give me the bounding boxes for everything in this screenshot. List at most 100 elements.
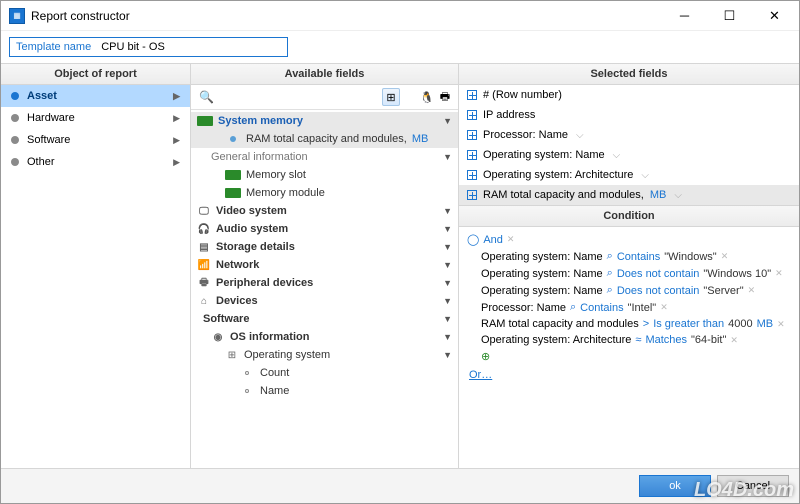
tree-os-count[interactable]: Count — [191, 364, 458, 382]
selected-field[interactable]: IP address — [459, 105, 799, 125]
selected-field[interactable]: # (Row number) — [459, 85, 799, 105]
selected-field[interactable]: Processor: Name⌵ — [459, 125, 799, 145]
tree-memory-slot[interactable]: Memory slot — [191, 166, 458, 184]
operator-link[interactable]: Contains — [580, 302, 623, 314]
minimize-button[interactable]: ─ — [662, 2, 707, 30]
condition-row[interactable]: Operating system: Architecture ≈ Matches… — [465, 332, 793, 348]
chevron-right-icon: ▶ — [173, 135, 180, 146]
app-icon: ▦ — [9, 8, 25, 24]
search-input[interactable] — [220, 89, 380, 105]
ok-button[interactable]: ok — [639, 475, 711, 497]
condition-add[interactable]: ⊕ — [465, 348, 793, 365]
expand-icon[interactable]: ▼ — [443, 260, 452, 270]
tree-storage[interactable]: ▤Storage details▼ — [191, 238, 458, 256]
condition-row[interactable]: Operating system: Name ⌕ Contains "Windo… — [465, 248, 793, 265]
delete-icon[interactable]: ✕ — [775, 268, 783, 279]
tree-system-memory[interactable]: System memory▼ — [191, 112, 458, 130]
delete-icon[interactable]: ✕ — [777, 319, 785, 330]
delete-icon[interactable]: ✕ — [748, 285, 756, 296]
condition-row[interactable]: Processor: Name ⌕ Contains "Intel" ✕ — [465, 299, 793, 316]
apple-icon[interactable] — [400, 88, 418, 106]
operator-link[interactable]: Is greater than — [653, 318, 724, 330]
headphones-icon: 🎧 — [197, 223, 211, 235]
cancel-button[interactable]: Cancel — [717, 475, 789, 497]
printer-icon[interactable]: 🖶 — [436, 88, 454, 106]
object-header: Object of report — [1, 64, 190, 85]
expand-icon[interactable]: ▼ — [443, 296, 452, 306]
search-icon: 🔍 — [195, 90, 218, 104]
bullet-icon — [245, 371, 249, 375]
drag-handle-icon[interactable] — [467, 90, 477, 100]
tree-video-system[interactable]: 🖵Video system▼ — [191, 202, 458, 220]
collapse-icon[interactable]: ▼ — [443, 314, 452, 324]
or-link[interactable]: Or… — [467, 367, 494, 383]
filter-icon[interactable]: ⌵ — [674, 190, 682, 201]
delete-icon[interactable]: ✕ — [730, 335, 738, 346]
maximize-button[interactable]: ☐ — [707, 2, 752, 30]
filter-icon[interactable]: ⌵ — [641, 170, 649, 181]
device-icon: ⌂ — [197, 295, 211, 307]
windows-icon[interactable]: ⊞ — [382, 88, 400, 106]
expand-icon[interactable]: ▼ — [443, 224, 452, 234]
tree-network[interactable]: 📶Network▼ — [191, 256, 458, 274]
operator-icon: > — [643, 318, 649, 330]
drag-handle-icon[interactable] — [467, 150, 477, 160]
expand-icon[interactable]: ▼ — [443, 206, 452, 216]
object-item-asset[interactable]: Asset▶ — [1, 85, 190, 107]
operator-link[interactable]: Does not contain — [617, 285, 700, 297]
operator-link[interactable]: Matches — [645, 334, 687, 346]
object-item-other[interactable]: Other▶ — [1, 151, 190, 173]
close-button[interactable]: ✕ — [752, 2, 797, 30]
tree-peripheral[interactable]: 🖶Peripheral devices▼ — [191, 274, 458, 292]
filter-icon[interactable]: ⌵ — [576, 130, 584, 141]
tree-ram-capacity[interactable]: RAM total capacity and modules, MB — [191, 130, 458, 148]
expand-icon[interactable]: ▼ — [443, 278, 452, 288]
window-title: Report constructor — [31, 9, 662, 23]
drag-handle-icon[interactable] — [467, 190, 477, 200]
collapse-icon[interactable]: ▼ — [443, 350, 452, 360]
operator-link[interactable]: Does not contain — [617, 268, 700, 280]
delete-icon[interactable]: ✕ — [721, 251, 729, 262]
condition-row[interactable]: Operating system: Name ⌕ Does not contai… — [465, 282, 793, 299]
tree-os-info[interactable]: ◉OS information▼ — [191, 328, 458, 346]
selected-field[interactable]: Operating system: Architecture⌵ — [459, 165, 799, 185]
collapse-icon[interactable]: ▼ — [443, 116, 452, 126]
drag-handle-icon[interactable] — [467, 110, 477, 120]
drag-handle-icon[interactable] — [467, 130, 477, 140]
condition-row[interactable]: RAM total capacity and modules > Is grea… — [465, 316, 793, 332]
drag-handle-icon[interactable] — [467, 170, 477, 180]
tree-devices[interactable]: ⌂Devices▼ — [191, 292, 458, 310]
selected-field[interactable]: RAM total capacity and modules, MB⌵ — [459, 185, 799, 205]
selected-header: Selected fields — [459, 64, 799, 85]
template-name-input[interactable] — [101, 41, 281, 53]
collapse-icon[interactable]: ▼ — [443, 152, 452, 162]
tree-os-name[interactable]: Name — [191, 382, 458, 400]
collapse-icon[interactable]: ▼ — [443, 332, 452, 342]
operator-link[interactable]: Contains — [617, 251, 660, 263]
condition-header: Condition — [459, 206, 799, 227]
object-item-software[interactable]: Software▶ — [1, 129, 190, 151]
available-fields-panel: Available fields 🔍 ⊞ 🐧 🖶 System memory▼ … — [191, 64, 459, 468]
condition-root[interactable]: ◯And✕ — [465, 231, 793, 248]
template-name-label: Template name — [16, 41, 91, 53]
tree-general-info[interactable]: General information▼ — [191, 148, 458, 166]
network-icon: 📶 — [197, 259, 211, 271]
tree-audio-system[interactable]: 🎧Audio system▼ — [191, 220, 458, 238]
dot-icon — [11, 114, 19, 122]
delete-icon[interactable]: ✕ — [660, 302, 668, 313]
available-tree: System memory▼ RAM total capacity and mo… — [191, 110, 458, 468]
expand-icon[interactable]: ▼ — [443, 242, 452, 252]
tree-operating-system[interactable]: ⊞Operating system▼ — [191, 346, 458, 364]
disc-icon: ◉ — [211, 331, 225, 343]
linux-icon[interactable]: 🐧 — [418, 88, 436, 106]
chevron-right-icon: ▶ — [173, 157, 180, 168]
filter-icon[interactable]: ⌵ — [613, 150, 621, 161]
bullet-icon — [245, 389, 249, 393]
selected-field[interactable]: Operating system: Name⌵ — [459, 145, 799, 165]
object-item-hardware[interactable]: Hardware▶ — [1, 107, 190, 129]
tree-memory-module[interactable]: Memory module — [191, 184, 458, 202]
tree-software[interactable]: Software▼ — [191, 310, 458, 328]
condition-row[interactable]: Operating system: Name ⌕ Does not contai… — [465, 265, 793, 282]
delete-icon[interactable]: ✕ — [507, 234, 515, 245]
main-area: Object of report Asset▶Hardware▶Software… — [1, 63, 799, 468]
